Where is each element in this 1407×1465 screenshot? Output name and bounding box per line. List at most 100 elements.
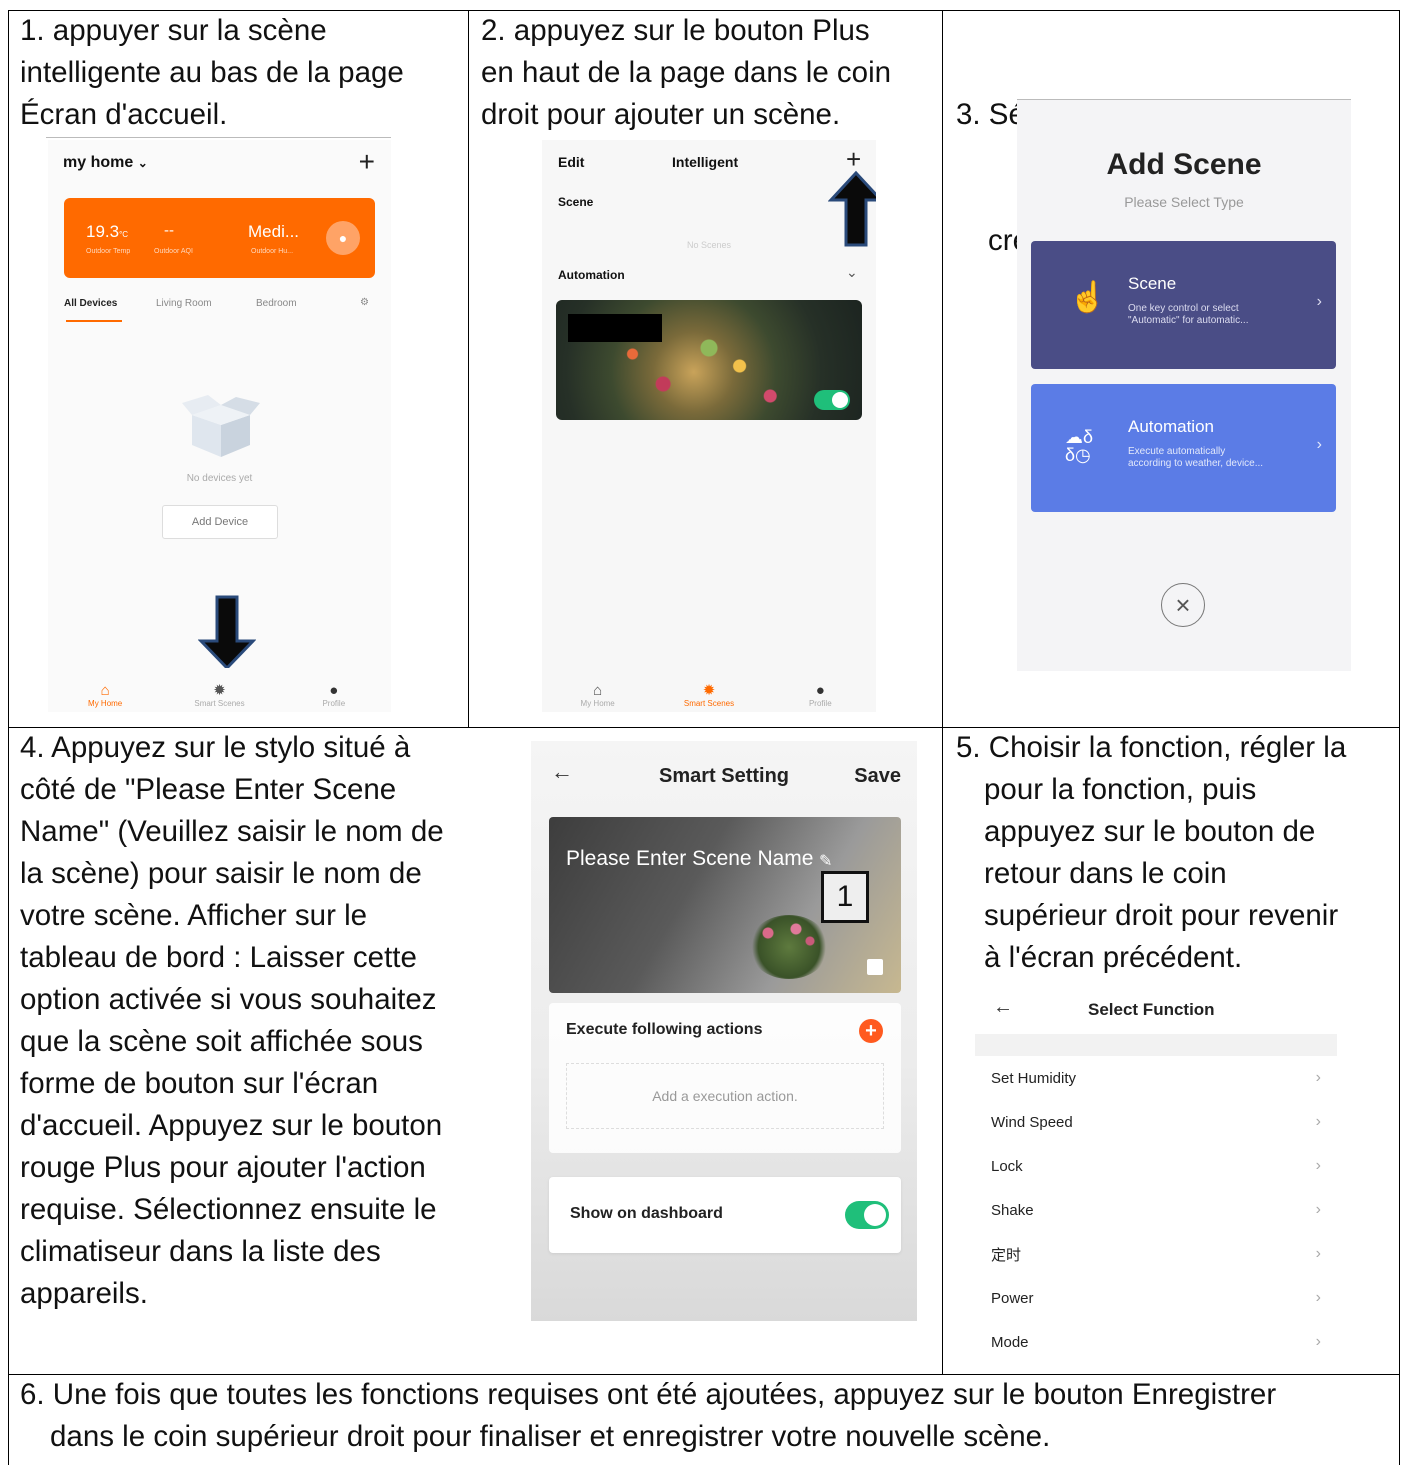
dashboard-toggle[interactable] [845, 1201, 889, 1229]
scene-cover[interactable]: Please Enter Scene Name ✎ 1 [549, 817, 901, 993]
screen-smart-setting: ← Smart Setting Save Please Enter Scene … [531, 741, 917, 1321]
step4-line: la scène) pour saisir le nom de [20, 857, 422, 890]
sun-icon: ✹ [702, 682, 716, 699]
step4-line: d'accueil. Appuyez sur le bouton [20, 1109, 443, 1142]
scene-section-title: Scene [558, 195, 594, 209]
scene-type-card[interactable]: ☝ Scene One key control or select "Autom… [1031, 241, 1336, 369]
weather-clock-icon: ☁δ δ◷ [1065, 427, 1094, 465]
empty-box-illustration [178, 395, 264, 459]
step1-text: 1. appuyer sur la scène intelligente au … [20, 10, 404, 136]
function-item-timer[interactable]: 定时 › [975, 1232, 1337, 1276]
home-selector[interactable]: my home ⌄ [63, 154, 148, 172]
step1-divider [46, 137, 391, 138]
screen-home: my home ⌄ + 19.3°C -- Medi... Outdoor Te… [48, 140, 391, 712]
actions-card: Execute following actions + Add a execut… [549, 1003, 901, 1153]
add-plus-icon[interactable]: + [359, 146, 375, 178]
nav-label: My Home [580, 699, 615, 708]
function-item-shake[interactable]: Shake › [975, 1188, 1337, 1232]
automation-section-title: Automation [558, 268, 625, 282]
automation-card[interactable] [556, 300, 862, 420]
function-item-lock[interactable]: Lock › [975, 1144, 1337, 1188]
step5-line: pour la fonction, puis [984, 773, 1257, 806]
chevron-down-icon: ⌄ [137, 156, 148, 170]
settings-gear-icon[interactable]: ⚙ [360, 297, 369, 308]
home-icon: ⌂ [593, 682, 603, 699]
page-title: Intelligent [672, 154, 739, 170]
dashboard-card: Show on dashboard [549, 1177, 901, 1253]
step5-line: appuyez sur le bouton de [984, 815, 1316, 848]
grid-left [8, 10, 9, 1465]
step1-line: 1. appuyer sur la scène [20, 14, 327, 47]
pencil-icon[interactable]: ✎ [819, 851, 832, 871]
save-button[interactable]: Save [854, 765, 901, 788]
bottom-nav: ⌂ My Home ✹ Smart Scenes ● Profile [542, 668, 876, 712]
scene-name-placeholder[interactable]: Please Enter Scene Name [566, 847, 813, 871]
nav-smart-scenes[interactable]: ✹ Smart Scenes [179, 682, 259, 708]
function-list: Set Humidity › Wind Speed › Lock › Shake › 定… [975, 1056, 1337, 1364]
microphone-icon[interactable]: ● [326, 221, 360, 255]
function-item-wind-speed[interactable]: Wind Speed › [975, 1100, 1337, 1144]
nav-my-home[interactable]: ⌂ My Home [65, 682, 145, 708]
screen-intelligent: Edit Intelligent + Scene No Scenes Autom… [542, 140, 876, 712]
nav-label: Smart Scenes [194, 699, 245, 708]
function-item-mode[interactable]: Mode › [975, 1320, 1337, 1364]
no-scenes-text: No Scenes [686, 240, 732, 250]
header-band [975, 1034, 1337, 1056]
nav-profile[interactable]: ● Profile [294, 682, 374, 708]
nav-profile[interactable]: ● Profile [780, 682, 860, 708]
close-icon[interactable]: × [1161, 583, 1205, 627]
execute-actions-title: Execute following actions [566, 1021, 763, 1038]
outdoor-humidity-value: Medi... [248, 222, 300, 241]
step4-line: option activée si vous souhaitez [20, 983, 437, 1016]
function-item-power[interactable]: Power › [975, 1276, 1337, 1320]
tab-all-devices[interactable]: All Devices [64, 298, 117, 309]
function-label: Mode [991, 1333, 1029, 1351]
chevron-right-icon: › [1315, 1201, 1321, 1218]
scene-card-desc: One key control or select "Automatic" fo… [1128, 303, 1248, 327]
chevron-right-icon: › [1315, 1069, 1321, 1086]
add-action-plus-icon[interactable]: + [859, 1019, 883, 1043]
screen-select-function: ← Select Function Set Humidity › Wind Spe… [975, 990, 1337, 1366]
automation-type-card[interactable]: ☁δ δ◷ Automation Execute automatically ac… [1031, 384, 1336, 512]
step4-line: Name" (Veuillez saisir le nom de [20, 815, 444, 848]
nav-my-home[interactable]: ⌂ My Home [558, 682, 638, 708]
step5-line: retour dans le coin [984, 857, 1227, 890]
back-arrow-icon[interactable]: ← [993, 996, 1013, 1019]
grid-col1 [468, 10, 469, 727]
step1-line: intelligente au bas de la page [20, 56, 404, 89]
step4-line: appareils. [20, 1277, 148, 1310]
function-label: Wind Speed [991, 1113, 1073, 1131]
automation-desc-line: Execute automatically [1128, 446, 1226, 457]
automation-toggle[interactable] [814, 390, 850, 410]
function-label: Lock [991, 1157, 1023, 1175]
step5-line: supérieur droit pour revenir [984, 899, 1339, 932]
arrow-down-icon [197, 595, 257, 671]
image-edit-icon[interactable] [867, 959, 883, 975]
scene-desc-line: "Automatic" for automatic... [1128, 315, 1249, 326]
step1-line: Écran d'accueil. [20, 98, 228, 131]
function-label: Shake [991, 1201, 1034, 1219]
nav-smart-scenes[interactable]: ✹ Smart Scenes [669, 682, 749, 708]
function-label: Set Humidity [991, 1069, 1077, 1087]
add-scene-title: Add Scene [1106, 148, 1262, 181]
tab-bedroom[interactable]: Bedroom [256, 298, 297, 309]
tab-living-room[interactable]: Living Room [156, 298, 212, 309]
step4-line: que la scène soit affichée sous [20, 1025, 423, 1058]
edit-link[interactable]: Edit [558, 154, 584, 170]
step4-line: tableau de bord : Laisser cette [20, 941, 417, 974]
chevron-right-icon: › [1315, 1157, 1321, 1174]
step5-line: 5. Choisir la fonction, régler la [956, 731, 1347, 764]
add-device-button[interactable]: Add Device [162, 505, 278, 539]
nav-label: Profile [808, 699, 832, 708]
function-item-set-humidity[interactable]: Set Humidity › [975, 1056, 1337, 1100]
temp-unit: °C [119, 230, 129, 239]
nav-label: My Home [88, 699, 123, 708]
outdoor-aqi-label: Outdoor AQI [154, 248, 193, 255]
function-label: 定时 [991, 1246, 1022, 1264]
add-action-placeholder[interactable]: Add a execution action. [566, 1063, 884, 1129]
step6-text: 6. Une fois que toutes les fonctions req… [20, 1374, 1276, 1458]
chevron-down-icon[interactable]: ⌄ [846, 264, 858, 281]
step4-line: climatiseur dans la liste des [20, 1235, 381, 1268]
step2-text: 2. appuyez sur le bouton Plus en haut de… [481, 10, 891, 136]
chevron-right-icon: › [1315, 1289, 1321, 1306]
